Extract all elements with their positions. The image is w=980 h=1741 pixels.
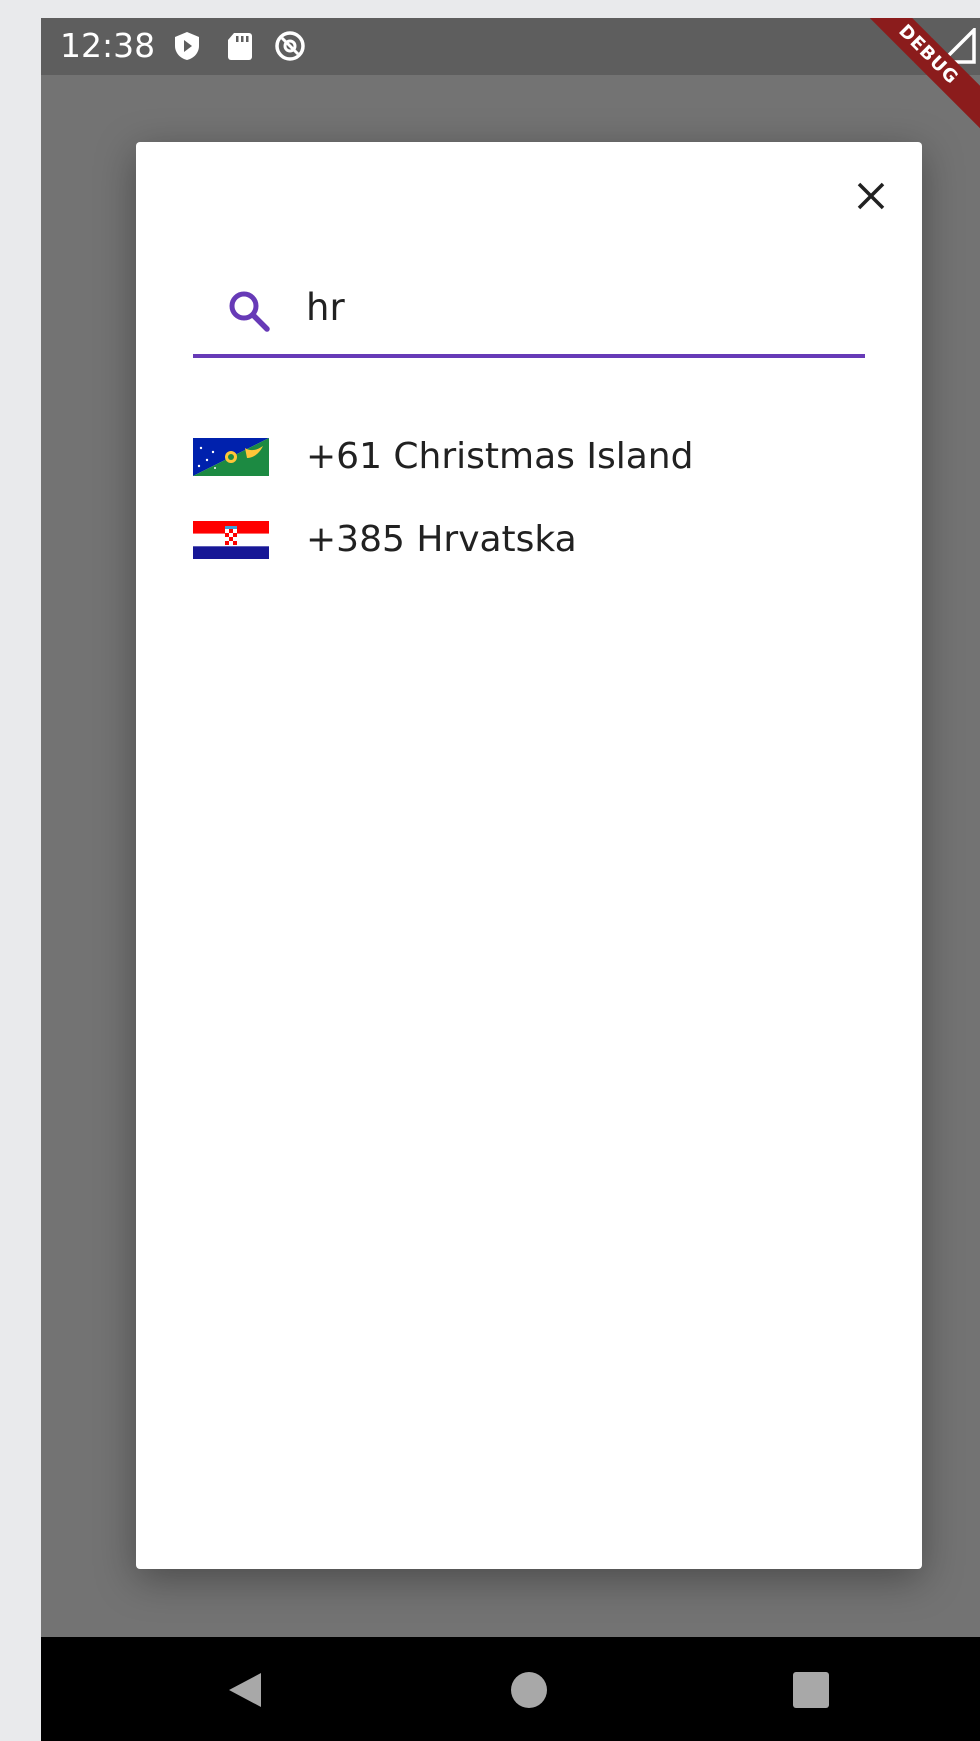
croatia-flag: [193, 521, 269, 559]
system-nav-bar: [41, 1637, 980, 1741]
search-icon: [229, 291, 270, 332]
country-result-item[interactable]: +61 Christmas Island: [193, 424, 873, 494]
search-field[interactable]: [193, 272, 865, 358]
close-icon[interactable]: [851, 176, 891, 216]
home-button[interactable]: [509, 1670, 549, 1710]
search-input[interactable]: [306, 282, 846, 332]
status-bar: 12:38 DEBUG: [41, 18, 980, 144]
country-result-label: +61 Christmas Island: [306, 436, 694, 477]
country-result-label: +385 Hrvatska: [306, 519, 577, 560]
christmas-island-flag: [193, 438, 269, 476]
phone-screen: 12:38 DEBUG hr +61 Christmas Island +385…: [41, 18, 980, 1741]
country-result-item[interactable]: +385 Hrvatska: [193, 507, 873, 577]
recents-button[interactable]: [791, 1670, 831, 1710]
play-protect-icon: [175, 32, 199, 60]
status-time: 12:38: [60, 26, 156, 65]
at-sign-icon: [275, 31, 305, 61]
back-button[interactable]: [225, 1670, 265, 1710]
sd-card-icon: [228, 33, 252, 60]
country-picker-dialog: +61 Christmas Island +385 Hrvatska: [136, 142, 922, 1569]
